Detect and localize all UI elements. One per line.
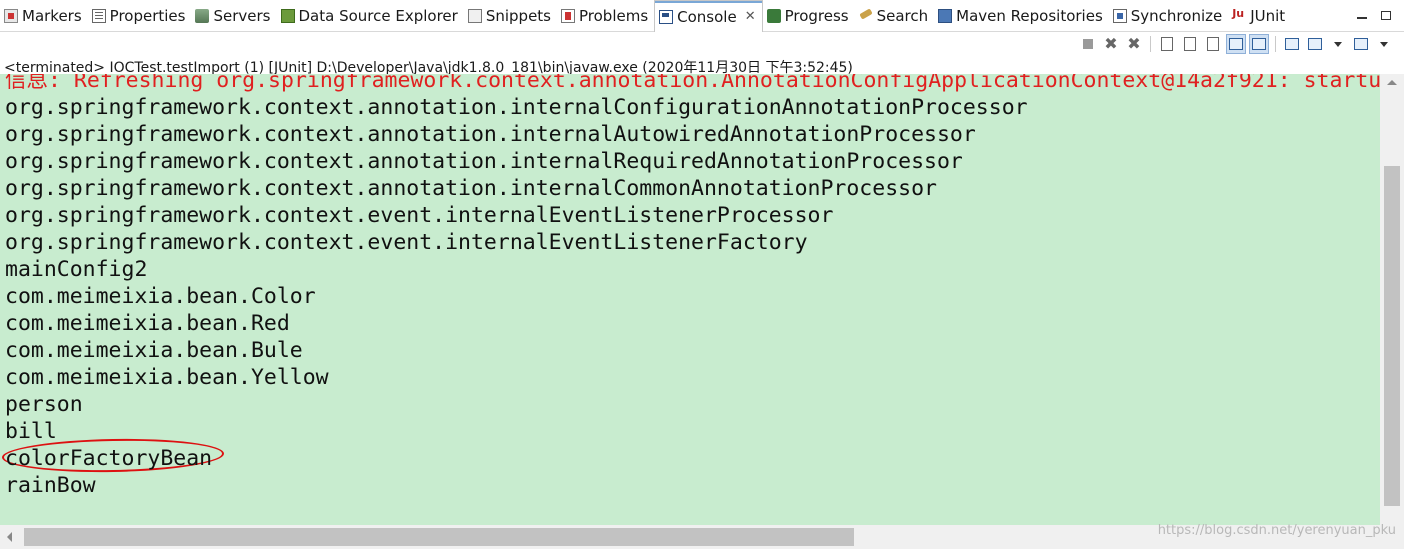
- tab-label: Snippets: [485, 7, 551, 25]
- console-line: org.springframework.context.annotation.i…: [5, 122, 976, 147]
- console-line: org.springframework.context.annotation.i…: [5, 149, 963, 174]
- tab-label: Maven Repositories: [956, 7, 1103, 25]
- tab-snippets[interactable]: Snippets: [464, 0, 557, 32]
- remove-all-icon: ✖: [1127, 34, 1141, 53]
- tab-label: Console: [677, 7, 737, 26]
- clear-console-icon: [1161, 37, 1173, 51]
- show-console-on-stderr-button[interactable]: [1249, 34, 1269, 54]
- console-line: com.meimeixia.bean.Red: [5, 311, 290, 336]
- tab-data-source-explorer[interactable]: Data Source Explorer: [277, 0, 464, 32]
- console-line: 信息: Refreshing org.springframework.conte…: [5, 74, 1380, 93]
- junit-icon: [1232, 7, 1246, 23]
- pin-console-button[interactable]: [1282, 34, 1302, 54]
- problems-icon: [561, 9, 575, 23]
- console-line: org.springframework.context.annotation.i…: [5, 95, 1028, 120]
- tab-synchronize[interactable]: Synchronize: [1109, 0, 1228, 32]
- word-wrap-button[interactable]: [1203, 34, 1223, 54]
- display-console-dropdown[interactable]: [1328, 34, 1348, 54]
- open-console-button[interactable]: [1351, 34, 1371, 54]
- toolbar-separator: [1150, 36, 1151, 52]
- tab-console[interactable]: Console ✕: [654, 0, 763, 32]
- console-line: person: [5, 392, 83, 417]
- tab-maven-repositories[interactable]: Maven Repositories: [934, 0, 1109, 32]
- tab-label: Servers: [213, 7, 271, 25]
- display-console-icon: [1308, 38, 1322, 50]
- view-tab-bar: Markers Properties Servers Data Source Expl…: [0, 0, 1404, 32]
- tab-servers[interactable]: Servers: [191, 0, 276, 32]
- console-line: org.springframework.context.event.intern…: [5, 203, 834, 228]
- tab-markers[interactable]: Markers: [0, 0, 88, 32]
- markers-icon: [4, 9, 18, 23]
- remove-all-terminated-button[interactable]: ✖: [1124, 34, 1144, 54]
- tab-search[interactable]: Search: [855, 0, 935, 32]
- console-toolbar: ✖ ✖: [1078, 34, 1394, 54]
- minimize-button[interactable]: [1352, 6, 1372, 24]
- toolbar-separator: [1275, 36, 1276, 52]
- pin-icon: [1285, 38, 1299, 50]
- synchronize-icon: [1112, 9, 1127, 23]
- open-console-dropdown[interactable]: [1374, 34, 1394, 54]
- scroll-up-icon[interactable]: [1387, 80, 1397, 85]
- maven-repositories-icon: [938, 9, 953, 23]
- tab-junit[interactable]: JUnit: [1228, 0, 1291, 32]
- properties-icon: [91, 9, 106, 23]
- display-selected-console-button[interactable]: [1305, 34, 1325, 54]
- chevron-down-icon: [1380, 41, 1388, 47]
- tab-label: Problems: [579, 7, 649, 25]
- window-controls: [1352, 6, 1396, 24]
- tab-label: Markers: [22, 7, 82, 25]
- console-line: org.springframework.context.event.intern…: [5, 230, 808, 255]
- tab-progress[interactable]: Progress: [763, 0, 855, 32]
- view-tabs: Markers Properties Servers Data Source Expl…: [0, 0, 1291, 32]
- new-console-icon: [1354, 38, 1368, 50]
- stdout-icon: [1229, 38, 1243, 50]
- maximize-icon: [1381, 10, 1391, 20]
- vertical-scrollbar[interactable]: [1380, 74, 1404, 525]
- terminate-button[interactable]: [1078, 34, 1098, 54]
- console-line: org.springframework.context.annotation.i…: [5, 176, 937, 201]
- scroll-lock-icon: [1184, 37, 1196, 51]
- tab-label: Progress: [784, 7, 849, 25]
- tab-label: JUnit: [1250, 7, 1286, 25]
- data-source-explorer-icon: [280, 9, 295, 23]
- console-line: com.meimeixia.bean.Yellow: [5, 365, 329, 390]
- console-line: rainBow: [5, 473, 96, 498]
- scroll-lock-button[interactable]: [1180, 34, 1200, 54]
- clear-console-button[interactable]: [1157, 34, 1177, 54]
- watermark: https://blog.csdn.net/yerenyuan_pku: [1157, 523, 1396, 538]
- tab-properties[interactable]: Properties: [88, 0, 192, 32]
- stderr-icon: [1252, 38, 1266, 50]
- console-line: mainConfig2: [5, 257, 148, 282]
- tab-label: Data Source Explorer: [298, 7, 458, 25]
- snippets-icon: [467, 9, 482, 23]
- word-wrap-icon: [1207, 37, 1219, 51]
- console-output[interactable]: 信息: Refreshing org.springframework.conte…: [0, 74, 1380, 525]
- horizontal-scroll-thumb[interactable]: [24, 528, 854, 546]
- tab-problems[interactable]: Problems: [557, 0, 654, 32]
- console-line-circled: colorFactoryBean: [5, 446, 213, 471]
- chevron-down-icon: [1334, 41, 1342, 47]
- scroll-left-icon[interactable]: [7, 532, 12, 542]
- servers-icon: [195, 9, 210, 23]
- minimize-icon: [1357, 17, 1367, 19]
- tab-label: Properties: [109, 7, 186, 25]
- search-icon: [859, 9, 873, 23]
- console-header: ✖ ✖ <terminated> IOCTest.testImport (1) …: [0, 32, 1404, 76]
- stop-icon: [1083, 39, 1093, 49]
- tab-label: Search: [876, 7, 929, 25]
- progress-icon: [766, 9, 781, 23]
- close-icon[interactable]: ✕: [745, 9, 756, 24]
- vertical-scroll-thumb[interactable]: [1384, 166, 1400, 506]
- tab-label: Synchronize: [1130, 7, 1223, 25]
- console-line: com.meimeixia.bean.Color: [5, 284, 316, 309]
- remove-icon: ✖: [1104, 34, 1118, 53]
- maximize-button[interactable]: [1376, 6, 1396, 24]
- console-line: bill: [5, 419, 57, 444]
- show-console-on-stdout-button[interactable]: [1226, 34, 1246, 54]
- remove-launch-button[interactable]: ✖: [1101, 34, 1121, 54]
- console-icon: [659, 9, 674, 24]
- console-line: com.meimeixia.bean.Bule: [5, 338, 303, 363]
